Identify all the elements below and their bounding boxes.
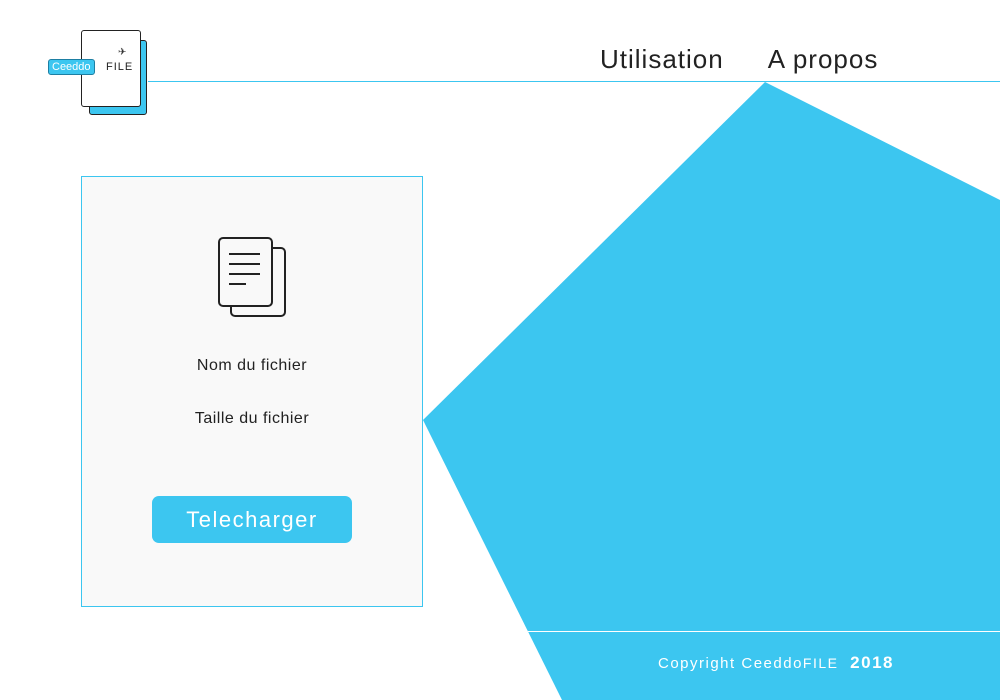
file-size: Taille du fichier [194,410,310,427]
main-nav: Utilisation A propos [600,44,878,75]
header-divider [148,81,1000,82]
copyright-label: Copyright [658,655,736,672]
logo-suffix: FILE [106,61,134,73]
footer-brand: Ceeddo [741,655,803,672]
footer-brand-suffix: FILE [802,655,839,671]
file-card: Nom du fichier Taille du fichier Telecha… [81,176,423,607]
download-button[interactable]: Telecharger [152,496,352,543]
footer-divider [528,631,1000,632]
nav-item-a-propos[interactable]: A propos [768,44,879,75]
file-name: Nom du fichier [196,357,308,374]
paper-plane-icon: ✈ [118,47,127,58]
logo[interactable]: ✈ Ceeddo FILE [48,30,152,118]
logo-brand: Ceeddo [48,59,95,75]
footer-copyright: Copyright CeeddoFILE 2018 [658,653,894,673]
footer-year: 2018 [850,653,894,672]
nav-item-utilisation[interactable]: Utilisation [600,44,724,75]
document-copy-icon [216,235,290,321]
